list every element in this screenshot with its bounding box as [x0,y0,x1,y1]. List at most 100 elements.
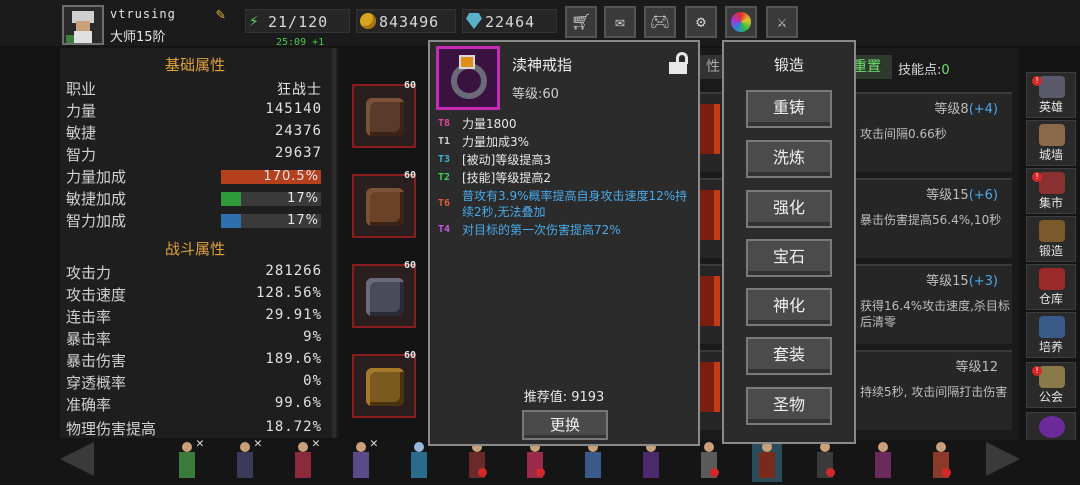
item-affix: T6 普攻有3.9%概率提高自身攻击速度12%持续2秒,无法叠加 [436,188,696,220]
gem-value: 22464 [485,13,536,31]
stat-crit-damage: 暴击伤害 189.6% [66,351,322,370]
equipment-slot-weapon[interactable]: 60 [352,170,416,238]
lightning-icon: ⚡ [249,11,259,30]
hero-portrait[interactable]: ✕ [346,436,378,482]
stat-accuracy: 准确率 99.6% [66,395,322,414]
item-name: 渎神戒指 [512,56,573,74]
nav-guild[interactable]: ! 公会 [1026,362,1076,408]
broken-sword-icon[interactable]: ⚔ [766,6,798,38]
energy-counter: ⚡ 21/120 [245,9,350,33]
settings-gear-icon[interactable]: ⚙ [685,6,717,38]
close-icon: ✕ [254,436,262,451]
equipment-slot-boots[interactable]: 60 [352,350,416,418]
set-button[interactable]: 套装 [746,337,832,375]
refine-button[interactable]: 洗炼 [746,140,832,178]
shop-cart-icon[interactable]: 🛒︎ [565,6,597,38]
username: vtrusing [110,7,176,21]
gold-coin-icon [360,13,376,29]
item-affix: T8 力量1800 [436,116,696,132]
forge-title: 锻造 [773,56,804,74]
unlock-icon[interactable] [668,52,688,74]
hero-portrait[interactable]: ✕ [172,436,204,482]
stat-agility-bonus: 敏捷加成 17% [66,190,321,208]
nav-training[interactable]: 培养 [1026,312,1076,358]
equipment-slot-armor[interactable]: 60 [352,260,416,328]
close-icon: ✕ [312,436,320,451]
recast-button[interactable]: 重铸 [746,90,832,128]
stat-crit-rate: 暴击率 9% [66,329,322,348]
item-affix: T3 [被动]等级提高3 [436,152,696,168]
item-affix: T2 [技能]等级提高2 [436,170,696,186]
nav-heroes[interactable]: ! 英雄 [1026,72,1076,118]
stat-attack-speed: 攻击速度 128.56% [66,285,322,304]
wall-icon [1039,124,1065,146]
guild-icon [1039,366,1065,388]
nav-warehouse[interactable]: 仓库 [1026,264,1076,310]
stat-physical-damage: 物理伤害提高 18.72% [66,419,322,438]
agility-bonus-bar: 17% [221,191,321,206]
stat-class: 职业 狂战士 [66,80,322,98]
boots-icon [366,368,404,406]
item-affix: T1 力量加成3% [436,134,696,150]
alert-dot [826,468,835,477]
battle-portal-icon [1039,416,1065,438]
enhance-button[interactable]: 强化 [746,190,832,228]
nav-forge[interactable]: 锻造 [1026,216,1076,262]
combat-attributes-title: 战斗属性 [164,240,225,258]
notification-badge: ! [1032,76,1042,86]
affix-text: 普攻有3.9%概率提高自身攻击速度12%持续2秒,无法叠加 [462,189,688,219]
intellect-bonus-bar: 17% [221,213,321,228]
gamepad-icon[interactable]: 🎮︎ [644,6,676,38]
stats-scrollbar[interactable] [332,48,336,438]
affix-text: [被动]等级提高3 [462,153,551,167]
anvil-icon [1039,220,1065,242]
color-wheel-icon[interactable] [725,6,757,38]
relic-button[interactable]: 圣物 [746,387,832,425]
ring-icon [436,46,500,110]
hero-helmet-icon [1039,76,1065,98]
hero-portrait[interactable]: ✕ [288,436,320,482]
affix-tier: T8 [438,118,451,129]
hero-portrait[interactable] [926,438,956,482]
alert-dot [536,468,545,477]
skill-icon [700,276,720,326]
alert-dot [942,468,951,477]
forge-panel: 锻造 重铸 洗炼 强化 宝石 神化 套装 圣物 [722,40,856,444]
edit-pencil-icon[interactable]: ✎ [216,6,232,22]
hero-portrait[interactable] [810,438,840,482]
deify-button[interactable]: 神化 [746,288,832,326]
affix-text: 对目标的第一次伤害提高72% [462,223,621,237]
energy-value: 21/120 [268,13,329,31]
skill-icon [700,104,720,154]
hero-portrait[interactable]: ✕ [230,436,262,482]
skill-icon [700,190,720,240]
nav-wall[interactable]: 城墙 [1026,120,1076,166]
equipment-slot-helmet[interactable]: 60 [352,80,416,148]
stat-strength: 力量 145140 [66,101,322,120]
mail-icon[interactable]: ✉ [604,6,636,38]
close-icon: ✕ [370,436,378,451]
gold-value: 843496 [379,13,440,31]
affix-text: 力量1800 [462,117,517,131]
replace-button[interactable]: 更换 [522,410,608,440]
skill-icon [700,362,720,412]
skill-points: 技能点:0 [898,63,950,78]
affix-tier: T1 [438,136,451,147]
gem-button[interactable]: 宝石 [746,239,832,277]
axe-icon [366,188,404,226]
energy-timer: 25:09 +1 [276,37,325,48]
hero-portrait-selected[interactable] [752,438,782,482]
warehouse-icon [1039,268,1065,290]
gold-counter: 843496 [356,9,456,33]
armor-icon [366,278,404,316]
player-rank: 大师15阶 [110,30,166,45]
stat-pierce: 穿透概率 0% [66,373,322,392]
affix-tier: T2 [438,172,451,183]
hero-portrait[interactable] [868,438,898,482]
helmet-icon [366,98,404,136]
strength-bonus-bar: 170.5% [221,169,321,184]
nav-market[interactable]: ! 集市 [1026,168,1076,214]
player-avatar[interactable] [62,5,104,45]
stat-combo-rate: 连击率 29.91% [66,307,322,326]
notification-badge: ! [1032,172,1042,182]
